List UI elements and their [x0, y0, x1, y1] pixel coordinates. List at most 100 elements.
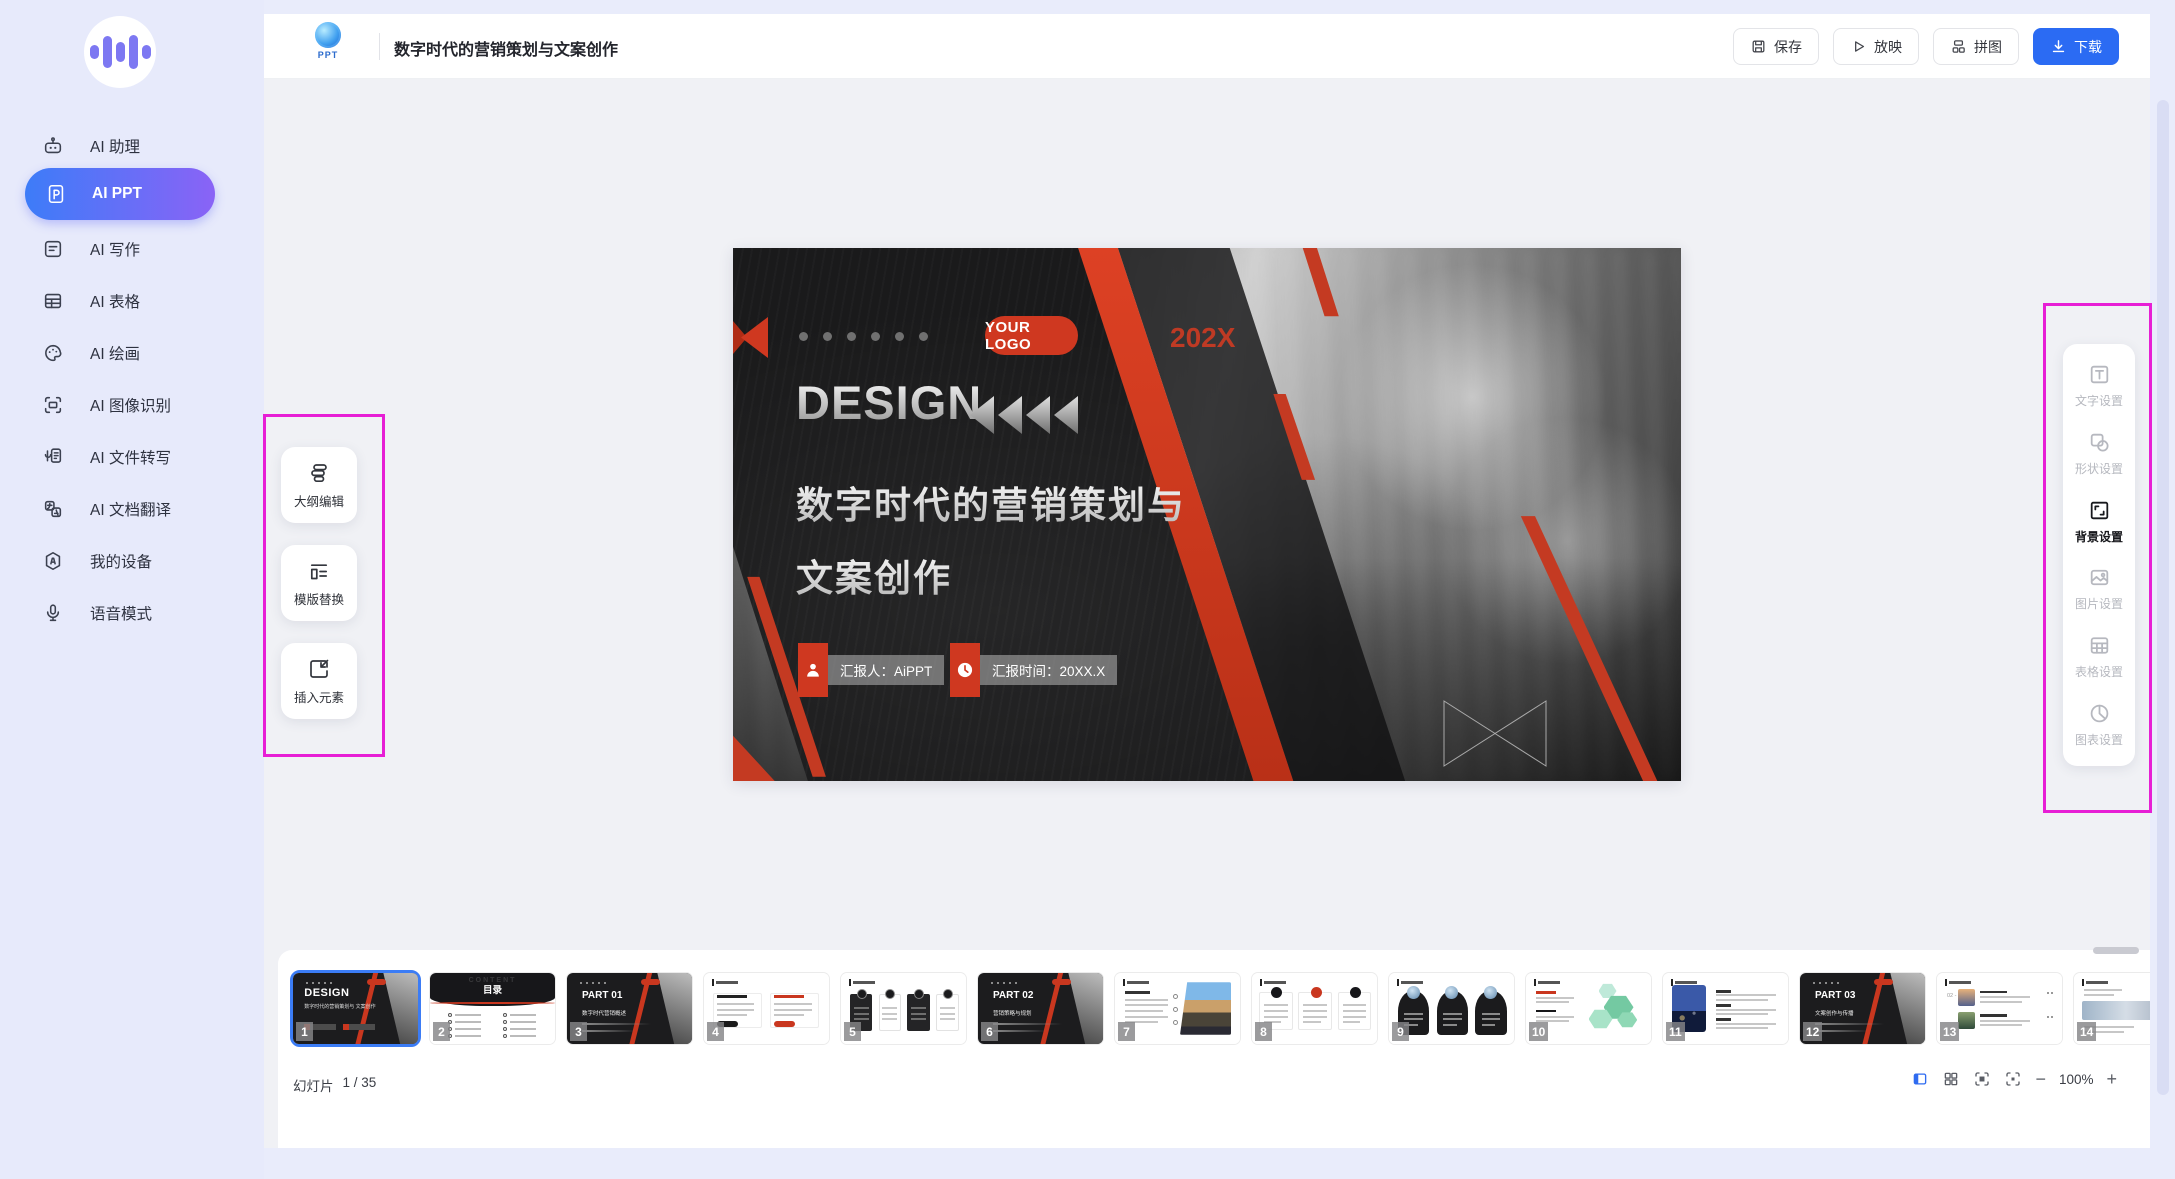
sidebar-item-label: 我的设备	[90, 550, 152, 572]
slide-thumbnail-1[interactable]: DESIGN数字时代的营销策划与 文案创作1	[293, 973, 418, 1044]
robot-icon	[42, 135, 64, 157]
slide-thumbnail-2[interactable]: CONTENT目录2	[430, 973, 555, 1044]
download-icon	[2050, 38, 2067, 55]
thumbnail-number: 5	[844, 1022, 861, 1041]
ppt-logo-icon	[315, 22, 341, 48]
image-settings-icon	[2087, 565, 2112, 590]
sidebar-item-ai-drawing[interactable]: AI 绘画	[0, 333, 264, 373]
mic-icon	[42, 602, 64, 624]
thumbnail-number: 11	[1666, 1022, 1685, 1041]
play-icon	[1850, 38, 1867, 55]
thumbnail-number: 7	[1118, 1022, 1135, 1041]
background-settings-button[interactable]: 背景设置	[2063, 498, 2135, 545]
thumbnail-scrollbar[interactable]	[2093, 947, 2139, 954]
sidebar-item-my-devices[interactable]: 我的设备	[0, 541, 264, 581]
insert-element-button[interactable]: 插入元素	[281, 643, 357, 719]
text-settings-button[interactable]: 文字设置	[2063, 362, 2135, 409]
grid-view-icon[interactable]	[1942, 1070, 1960, 1088]
slide-thumbnail-5[interactable]: 5	[841, 973, 966, 1044]
slide-title-cn-line1[interactable]: 数字时代的营销策划与	[796, 475, 1186, 529]
template-replace-icon	[307, 559, 331, 583]
thumbnail-number: 2	[433, 1022, 450, 1041]
top-toolbar: PPT 数字时代的营销策划与文案创作 保存 放映 拼图 下载	[264, 14, 2150, 79]
fit-screen-icon[interactable]	[1973, 1070, 1991, 1088]
download-button[interactable]: 下载	[2033, 28, 2119, 65]
template-replace-button[interactable]: 模版替换	[281, 545, 357, 621]
sidebar-item-ai-writing[interactable]: AI 写作	[0, 229, 264, 269]
slide-thumbnail-14[interactable]: 14	[2074, 973, 2150, 1044]
person-icon	[798, 643, 828, 697]
slide-title-cn-line2[interactable]: 文案创作	[796, 548, 952, 602]
chart-settings-button[interactable]: 图表设置	[2063, 701, 2135, 748]
slide-thumbnail-6[interactable]: PART 02营销策略与规划6	[978, 973, 1103, 1044]
window-scrollbar[interactable]	[2157, 100, 2169, 1095]
view-controls: − 100% +	[1911, 1070, 2117, 1088]
fit-width-icon[interactable]	[2004, 1070, 2022, 1088]
shape-settings-button[interactable]: 形状设置	[2063, 430, 2135, 477]
sidebar-item-label: AI PPT	[92, 185, 142, 203]
slide-thumbnail-13[interactable]: 02 -13	[1937, 973, 2062, 1044]
presenter-badge[interactable]: 汇报人：AiPPT	[798, 643, 944, 697]
sidebar-item-label: AI 图像识别	[90, 394, 171, 416]
slide-logo-placeholder[interactable]: YOUR LOGO	[985, 316, 1078, 355]
thumbnail-number: 1	[296, 1022, 313, 1041]
thumbnail-number: 9	[1392, 1022, 1409, 1041]
slide-thumbnail-11[interactable]: 11	[1663, 973, 1788, 1044]
wireframe-bowtie-decor	[1443, 700, 1547, 767]
clock-icon	[950, 643, 980, 697]
sidebar-item-voice-mode[interactable]: 语音模式	[0, 593, 264, 633]
thumbnail-number: 6	[981, 1022, 998, 1041]
sidebar-item-ai-file-transcription[interactable]: AI 文件转写	[0, 437, 264, 477]
slide-thumbnail-10[interactable]: 10	[1526, 973, 1651, 1044]
main-content: PPT 数字时代的营销策划与文案创作 保存 放映 拼图 下载 YOUR LOGO…	[264, 14, 2150, 1148]
image-settings-button[interactable]: 图片设置	[2063, 565, 2135, 612]
report-time-text: 汇报时间：20XX.X	[980, 655, 1117, 685]
text-settings-icon	[2087, 362, 2112, 387]
report-time-badge[interactable]: 汇报时间：20XX.X	[950, 643, 1117, 697]
thumbnail-number: 8	[1255, 1022, 1272, 1041]
right-settings-panel: 文字设置形状设置背景设置图片设置表格设置图表设置	[2063, 344, 2135, 766]
sidebar-item-label: AI 写作	[90, 238, 140, 260]
slide-counter: 幻灯片 1 / 35	[293, 1075, 376, 1095]
device-icon	[42, 550, 64, 572]
table-icon	[42, 290, 64, 312]
save-button[interactable]: 保存	[1733, 28, 1819, 65]
sidebar-item-ai-doc-translation[interactable]: AI 文档翻译	[0, 489, 264, 529]
thumbnail-strip: DESIGN数字时代的营销策划与 文案创作1CONTENT目录2PART 01数…	[293, 973, 2150, 1044]
slide-thumbnail-4[interactable]: 4	[704, 973, 829, 1044]
sidebar-item-ai-image-recognition[interactable]: AI 图像识别	[0, 385, 264, 425]
sidebar-item-ai-table[interactable]: AI 表格	[0, 281, 264, 321]
presenter-text: 汇报人：AiPPT	[828, 655, 944, 685]
ppt-logo-label: PPT	[311, 50, 345, 60]
zoom-out-button[interactable]: −	[2035, 1070, 2046, 1088]
chart-settings-icon	[2087, 701, 2112, 726]
sidebar-item-ai-ppt[interactable]: AI PPT	[25, 168, 215, 220]
thumbnail-number: 3	[570, 1022, 587, 1041]
red-bowtie-shape	[733, 317, 768, 358]
slide-canvas[interactable]: YOUR LOGO 202X DESIGN 数字时代的营销策划与 文案创作 汇报…	[733, 248, 1681, 781]
slide-thumbnail-12[interactable]: PART 03文案创作与传播12	[1800, 973, 1925, 1044]
collage-button[interactable]: 拼图	[1933, 28, 2019, 65]
insert-element-icon	[307, 657, 331, 681]
writing-icon	[42, 238, 64, 260]
sidebar-item-label: AI 助理	[90, 135, 140, 157]
table-settings-button[interactable]: 表格设置	[2063, 633, 2135, 680]
outline-edit-icon	[307, 461, 331, 485]
slide-thumbnail-8[interactable]: 8	[1252, 973, 1377, 1044]
present-button[interactable]: 放映	[1833, 28, 1919, 65]
slide-thumbnail-3[interactable]: PART 01数字时代营销概述3	[567, 973, 692, 1044]
slide-title-en[interactable]: DESIGN	[796, 375, 982, 430]
outline-edit-button[interactable]: 大纲编辑	[281, 447, 357, 523]
zoom-in-button[interactable]: +	[2106, 1070, 2117, 1088]
translate-icon	[42, 498, 64, 520]
palette-icon	[42, 342, 64, 364]
filmstrip-view-icon[interactable]	[1911, 1070, 1929, 1088]
sidebar-item-ai-assistant[interactable]: AI 助理	[0, 126, 264, 166]
slide-thumbnail-9[interactable]: 9	[1389, 973, 1514, 1044]
slide-thumbnail-7[interactable]: 7	[1115, 973, 1240, 1044]
ocr-icon	[42, 394, 64, 416]
app-logo-icon	[84, 16, 156, 88]
slide-year-text[interactable]: 202X	[1170, 322, 1235, 354]
slide-counter-label: 幻灯片	[293, 1075, 334, 1095]
sidebar-item-label: AI 绘画	[90, 342, 140, 364]
